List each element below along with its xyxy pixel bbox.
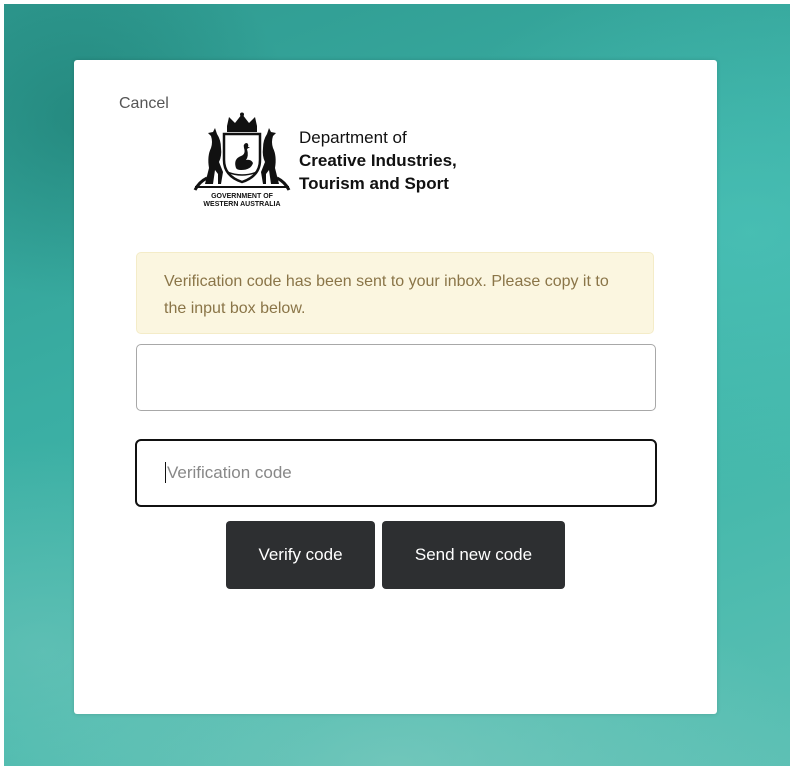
department-name-line2: Creative Industries, [299, 151, 457, 170]
cancel-link[interactable]: Cancel [119, 95, 169, 113]
send-new-code-button[interactable]: Send new code [382, 521, 565, 589]
verification-card: Cancel GOVERNMENT OF WESTERN AUSTRALIA D… [74, 60, 717, 714]
department-name-line1: Department of [299, 128, 407, 147]
department-logo: GOVERNMENT OF WESTERN AUSTRALIA Departme… [191, 112, 491, 217]
verification-sent-alert: Verification code has been sent to your … [136, 252, 654, 334]
text-cursor [165, 462, 166, 483]
verification-code-input[interactable] [135, 439, 657, 507]
department-name-line3: Tourism and Sport [299, 174, 449, 193]
government-of-wa-text: GOVERNMENT OF WESTERN AUSTRALIA [203, 193, 281, 208]
verify-code-button[interactable]: Verify code [226, 521, 375, 589]
email-field[interactable] [136, 344, 656, 411]
department-name: Department of Creative Industries, Touri… [299, 126, 457, 195]
